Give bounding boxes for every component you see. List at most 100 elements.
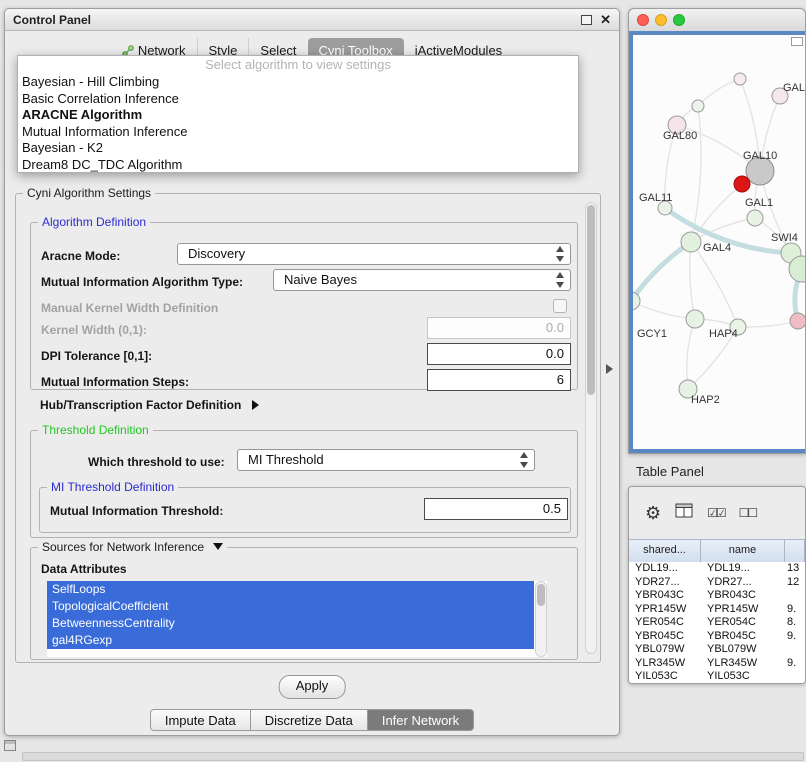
panel-splitter-arrow-icon[interactable]	[606, 364, 613, 374]
table-row[interactable]: YBL079WYBL079W	[629, 643, 805, 657]
zoom-traffic-light-icon[interactable]	[673, 14, 685, 26]
settings-scrollbar[interactable]	[585, 202, 597, 654]
algorithm-option-bayesian-k2[interactable]: Bayesian - K2	[18, 140, 578, 157]
table-row[interactable]: YDR27...YDR27...12	[629, 576, 805, 590]
bottom-tab-discretize-data[interactable]: Discretize Data	[251, 709, 368, 731]
mi-threshold-field[interactable]: 0.5	[424, 498, 568, 520]
network-edge[interactable]	[633, 301, 695, 319]
network-canvas[interactable]: GALGAL80GAL10GAL11GAL1SWI4GAL4GCY1HAP4HA…	[629, 31, 805, 453]
network-node[interactable]	[734, 176, 750, 192]
float-window-icon[interactable]	[581, 15, 592, 25]
sources-group: Sources for Network Inference Data Attri…	[30, 547, 578, 660]
table-row[interactable]: YDL19...YDL19...13	[629, 562, 805, 576]
attribute-item-betweennesscentrality[interactable]: BetweennessCentrality	[47, 615, 534, 632]
network-edge[interactable]	[738, 321, 798, 327]
mi-threshold-definition-group: MI Threshold Definition Mutual Informati…	[39, 487, 571, 533]
hub-section-toggle[interactable]: Hub/Transcription Factor Definition	[40, 398, 259, 412]
network-edge[interactable]	[687, 319, 695, 389]
dpi-tolerance-label: DPI Tolerance [0,1]:	[41, 349, 152, 363]
canvas-corner-box[interactable]	[791, 37, 803, 46]
network-edge[interactable]	[633, 242, 691, 301]
mi-algorithm-type-value: Naive Bayes	[284, 272, 357, 287]
which-threshold-select[interactable]: MI Threshold	[237, 449, 535, 471]
sources-group-title[interactable]: Sources for Network Inference	[38, 540, 227, 554]
cell: YBR045C	[701, 630, 785, 644]
network-node[interactable]	[747, 210, 763, 226]
table-header-row: shared...name	[629, 539, 805, 563]
close-traffic-light-icon[interactable]	[637, 14, 649, 26]
data-attributes-list: SelfLoopsTopologicalCoefficientBetweenne…	[47, 581, 547, 657]
bottom-tab-bar: Impute DataDiscretize DataInfer Network	[5, 709, 619, 731]
minimized-window-icon[interactable]	[4, 740, 16, 751]
cell: 12	[785, 576, 805, 590]
table-row[interactable]: YIL053CYIL053C	[629, 670, 805, 683]
node-label-swi4: SWI4	[771, 232, 798, 244]
close-icon[interactable]: ✕	[600, 14, 611, 26]
hub-section-label: Hub/Transcription Factor Definition	[40, 398, 241, 412]
network-window-titlebar[interactable]	[629, 9, 805, 32]
attribute-item-topologicalcoefficient[interactable]: TopologicalCoefficient	[47, 598, 534, 615]
unchecked-boxes-icon[interactable]: ☐☐	[739, 506, 757, 520]
node-label-gal: GAL	[783, 82, 805, 94]
mi-algorithm-type-select[interactable]: Naive Bayes	[273, 269, 571, 291]
bottom-collapsed-panel-bar[interactable]	[22, 752, 804, 761]
column-header-2[interactable]	[785, 540, 805, 562]
attribute-item-selfloops[interactable]: SelfLoops	[47, 581, 534, 598]
table-row[interactable]: YPR145WYPR145W9.	[629, 603, 805, 617]
aracne-mode-select[interactable]: Discovery	[177, 243, 571, 265]
cell: YDL19...	[701, 562, 785, 576]
table-toolbar: ⚙ ☑☑ ☐☐	[629, 487, 805, 539]
stepper-icon[interactable]	[554, 272, 567, 288]
mi-threshold-definition-title: MI Threshold Definition	[47, 480, 178, 494]
network-edge[interactable]	[690, 242, 695, 319]
algorithm-definition-title: Algorithm Definition	[38, 215, 150, 229]
table-row[interactable]: YLR345WYLR345W9.	[629, 657, 805, 671]
column-header-name[interactable]: name	[701, 540, 785, 562]
minimize-traffic-light-icon[interactable]	[655, 14, 667, 26]
mi-steps-field[interactable]: 6	[427, 369, 571, 391]
cell: 9.	[785, 603, 805, 617]
network-node[interactable]	[734, 73, 746, 85]
cell: YBL079W	[629, 643, 701, 657]
aracne-mode-label: Aracne Mode:	[41, 249, 120, 263]
network-edge[interactable]	[698, 79, 740, 106]
table-row[interactable]: YBR043CYBR043C	[629, 589, 805, 603]
network-node[interactable]	[790, 313, 805, 329]
apply-button[interactable]: Apply	[279, 675, 346, 699]
manual-kernel-checkbox[interactable]	[553, 299, 567, 313]
kernel-width-label: Kernel Width (0,1):	[41, 323, 147, 337]
algorithm-option-aracne-algorithm[interactable]: ARACNE Algorithm	[18, 107, 578, 124]
cell: YER054C	[629, 616, 701, 630]
column-header-shared-[interactable]: shared...	[629, 540, 701, 562]
network-node[interactable]	[633, 292, 640, 310]
algorithm-option-dream8-dc-tdc-algorithm[interactable]: Dream8 DC_TDC Algorithm	[18, 157, 578, 174]
table-row[interactable]: YER054CYER054C8.	[629, 616, 805, 630]
network-node[interactable]	[692, 100, 704, 112]
algorithm-option-basic-correlation-inference[interactable]: Basic Correlation Inference	[18, 91, 578, 108]
bottom-tab-impute-data[interactable]: Impute Data	[150, 709, 251, 731]
network-node[interactable]	[681, 232, 701, 252]
network-edge[interactable]	[691, 106, 701, 242]
algorithm-definition-group: Algorithm Definition Aracne Mode: Discov…	[30, 222, 578, 390]
cyni-algorithm-settings-group: Cyni Algorithm Settings Algorithm Defini…	[15, 193, 601, 663]
bottom-tab-infer-network[interactable]: Infer Network	[368, 709, 474, 731]
cell: YLR345W	[701, 657, 785, 671]
attribute-item-gal4rgexp[interactable]: gal4RGexp	[47, 632, 534, 649]
mi-steps-label: Mutual Information Steps:	[41, 375, 189, 389]
algorithm-option-bayesian-hill-climbing[interactable]: Bayesian - Hill Climbing	[18, 74, 578, 91]
popup-placeholder: Select algorithm to view settings	[18, 56, 578, 74]
which-threshold-value: MI Threshold	[248, 452, 324, 467]
checked-boxes-icon[interactable]: ☑☑	[707, 506, 725, 520]
stepper-icon[interactable]	[518, 452, 531, 468]
column-browser-icon[interactable]	[675, 503, 693, 523]
algorithm-option-mutual-information-inference[interactable]: Mutual Information Inference	[18, 124, 578, 141]
table-row[interactable]: YBR045CYBR045C9.	[629, 630, 805, 644]
network-node[interactable]	[686, 310, 704, 328]
gear-icon[interactable]: ⚙	[645, 503, 661, 524]
kernel-width-field[interactable]: 0.0	[427, 317, 571, 339]
control-panel-titlebar[interactable]: Control Panel ✕	[5, 9, 619, 31]
dpi-tolerance-field[interactable]: 0.0	[427, 343, 571, 365]
attributes-scrollbar[interactable]	[535, 581, 547, 657]
node-label-hap4: HAP4	[709, 328, 738, 340]
stepper-icon[interactable]	[554, 246, 567, 262]
